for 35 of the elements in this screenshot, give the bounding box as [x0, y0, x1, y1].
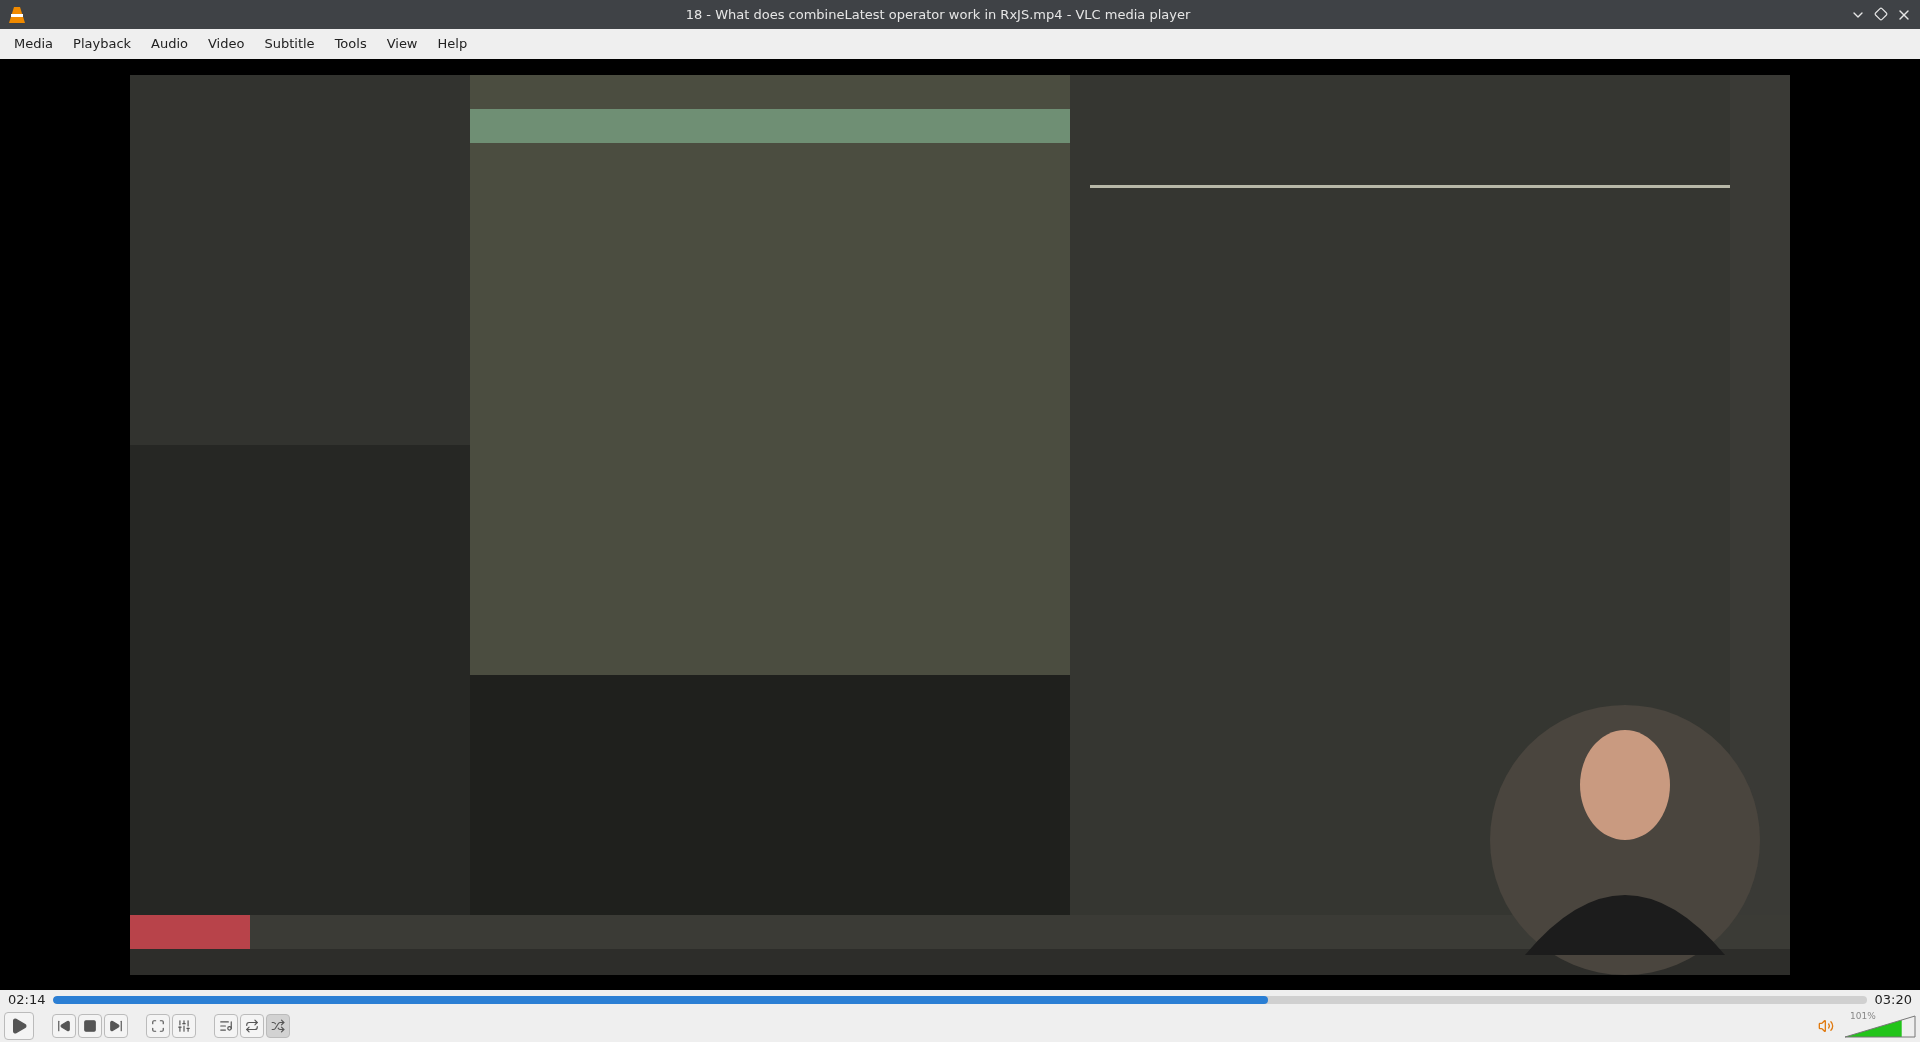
menu-item[interactable]: Help	[427, 34, 478, 54]
stop-button[interactable]	[78, 1014, 102, 1038]
stop-icon	[83, 1019, 97, 1033]
speaker-icon[interactable]	[1818, 1018, 1834, 1034]
cone-icon	[8, 4, 26, 25]
elapsed-time: 02:14	[8, 991, 46, 1010]
menu-item[interactable]: Video	[198, 34, 255, 54]
total-time: 03:20	[1874, 991, 1912, 1010]
volume-slider[interactable]	[1844, 1014, 1916, 1038]
volume-reading: 101%	[1850, 1010, 1876, 1023]
menu-item[interactable]: View	[376, 34, 428, 54]
play-button[interactable]	[4, 1012, 34, 1040]
next-button[interactable]	[104, 1014, 128, 1038]
repeat-icon	[245, 1019, 259, 1033]
menu-item[interactable]: Tools	[324, 34, 377, 54]
equalizer-button[interactable]	[172, 1014, 196, 1038]
loop-button[interactable]	[240, 1014, 264, 1038]
menu-item[interactable]: Audio	[141, 34, 198, 54]
menu-item[interactable]: Media	[4, 34, 64, 54]
fullscreen-icon	[151, 1019, 165, 1033]
previous-button[interactable]	[52, 1014, 76, 1038]
menu-item[interactable]: Playback	[63, 34, 142, 54]
shuffle-icon	[271, 1019, 285, 1033]
play-icon	[10, 1017, 28, 1035]
skip-back-icon	[57, 1019, 71, 1033]
maximize-icon[interactable]	[1874, 6, 1888, 21]
playlist-button[interactable]	[214, 1014, 238, 1038]
sliders-icon	[177, 1019, 191, 1033]
playlist-icon	[219, 1019, 233, 1033]
seek-bar[interactable]	[53, 996, 1867, 1004]
menu-item[interactable]: Subtitle	[254, 34, 325, 54]
skip-forward-icon	[109, 1019, 123, 1033]
shuffle-button[interactable]	[266, 1014, 290, 1038]
window-title: 18 - What does combineLatest operator work in RxJS.mp4 - VLC media player	[684, 5, 1192, 24]
fullscreen-button[interactable]	[146, 1014, 170, 1038]
